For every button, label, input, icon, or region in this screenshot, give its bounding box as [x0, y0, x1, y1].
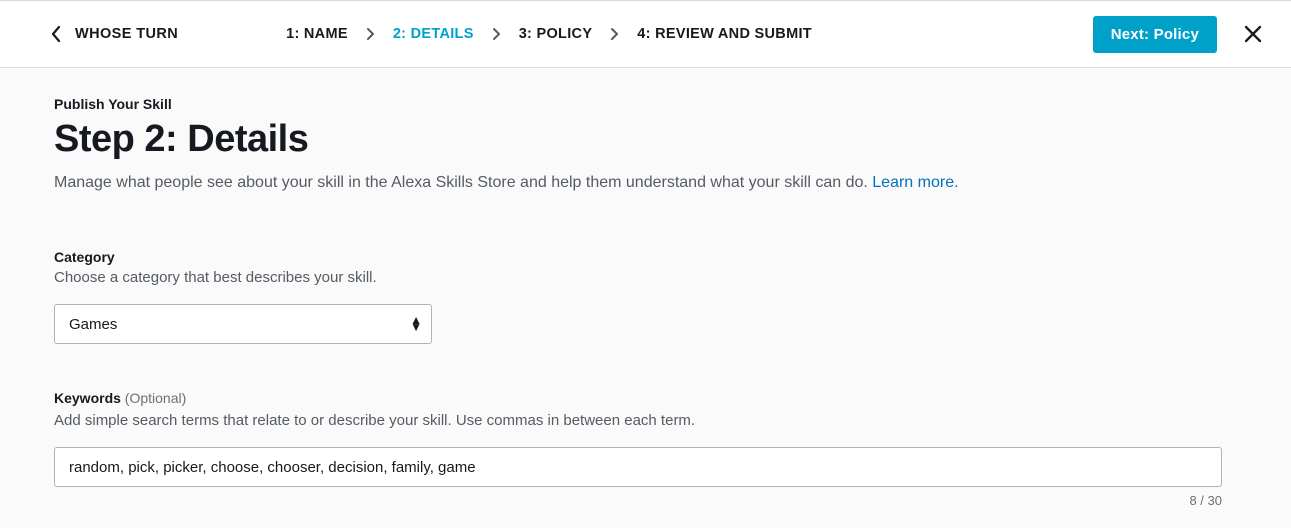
page-eyebrow: Publish Your Skill [54, 96, 1237, 112]
keywords-label: Keywords [54, 390, 121, 406]
category-label: Category [54, 249, 1237, 265]
next-button[interactable]: Next: Policy [1093, 16, 1217, 53]
keywords-label-row: Keywords (Optional) [54, 390, 1237, 408]
wizard-breadcrumb: 1: NAME 2: DETAILS 3: POLICY 4: REVIEW A… [286, 26, 812, 42]
wizard-step-review[interactable]: 4: REVIEW AND SUBMIT [637, 26, 812, 42]
top-bar: WHOSE TURN 1: NAME 2: DETAILS 3: POLICY … [0, 0, 1291, 68]
wizard-step-details[interactable]: 2: DETAILS [393, 26, 474, 42]
category-hint: Choose a category that best describes yo… [54, 269, 1237, 286]
keywords-optional: (Optional) [121, 390, 186, 406]
category-select[interactable] [54, 304, 432, 344]
category-field: Category Choose a category that best des… [54, 249, 1237, 344]
chevron-left-icon [50, 25, 61, 43]
wizard-step-name[interactable]: 1: NAME [286, 26, 348, 42]
back-link[interactable]: WHOSE TURN [50, 25, 178, 43]
keywords-input[interactable] [54, 447, 1222, 487]
keywords-field: Keywords (Optional) Add simple search te… [54, 390, 1237, 508]
keywords-hint: Add simple search terms that relate to o… [54, 412, 1237, 429]
subtitle-text: Manage what people see about your skill … [54, 174, 872, 191]
category-select-wrap: ▲▼ [54, 304, 432, 344]
page-subtitle: Manage what people see about your skill … [54, 171, 1237, 195]
main-content: Publish Your Skill Step 2: Details Manag… [0, 68, 1291, 528]
learn-more-link[interactable]: Learn more. [872, 174, 958, 191]
chevron-right-icon [366, 27, 375, 41]
close-icon[interactable] [1243, 24, 1263, 44]
wizard-step-policy[interactable]: 3: POLICY [519, 26, 593, 42]
page-title: Step 2: Details [54, 118, 1237, 161]
keywords-counter: 8 / 30 [54, 493, 1222, 508]
chevron-right-icon [492, 27, 501, 41]
back-label: WHOSE TURN [75, 26, 178, 42]
chevron-right-icon [610, 27, 619, 41]
